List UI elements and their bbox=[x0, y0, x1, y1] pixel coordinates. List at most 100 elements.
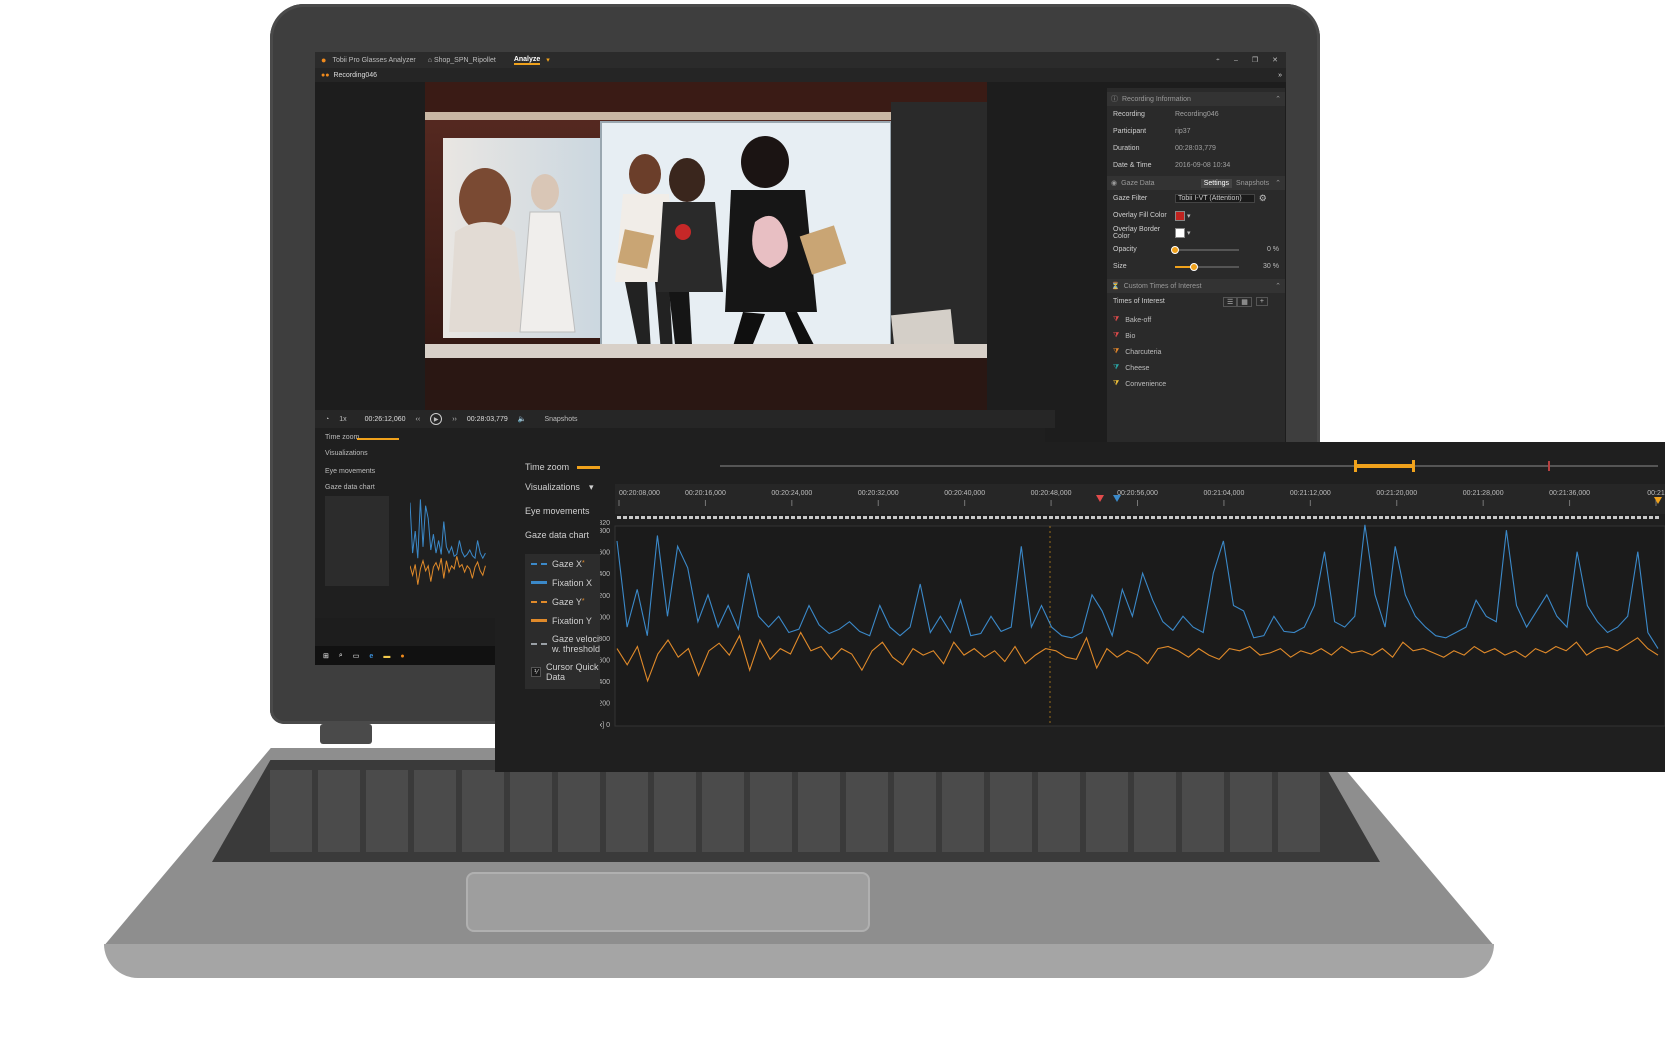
speed-icon[interactable]: ◔ bbox=[325, 416, 329, 423]
chevron-down-icon[interactable]: ▾ bbox=[1187, 212, 1191, 220]
eye-movement-segment bbox=[1547, 516, 1551, 519]
toi-item[interactable]: ⧩ Bio bbox=[1107, 328, 1285, 344]
list-view-icon[interactable]: ☰ bbox=[1223, 296, 1238, 307]
eye-movement-segment bbox=[1619, 516, 1623, 519]
play-button[interactable]: ▶ bbox=[430, 413, 443, 425]
gear-icon[interactable]: ⚙ bbox=[1259, 193, 1267, 204]
toi-item[interactable]: ⧩ Charcuteria bbox=[1107, 344, 1285, 360]
border-color-swatch[interactable] bbox=[1175, 227, 1185, 238]
opacity-row: Opacity 0 % bbox=[1107, 241, 1285, 258]
gaze-data-chart[interactable]: 00:20:08,000 00:20:16,000 00:20:24,000 00:2… bbox=[600, 442, 1665, 747]
chevron-down-icon[interactable]: ▾ bbox=[589, 482, 594, 493]
project-name[interactable]: Shop_SPN_Ripollet bbox=[434, 57, 496, 64]
eye-movement-segment bbox=[749, 516, 753, 519]
eye-movement-segment bbox=[677, 516, 681, 519]
legend-label: Fixation Y bbox=[552, 615, 592, 626]
eye-movement-segment bbox=[1121, 516, 1125, 519]
eye-movement-segment bbox=[1241, 516, 1245, 519]
eye-movement-segment bbox=[1373, 516, 1377, 519]
home-icon[interactable]: ⌂ bbox=[428, 57, 432, 64]
collapse-chevron-icon[interactable]: ⌃ bbox=[1275, 179, 1281, 187]
minimize-button[interactable]: – bbox=[1234, 57, 1238, 64]
eye-movement-segment bbox=[863, 516, 867, 519]
toi-item[interactable]: ⧩ Bake-off bbox=[1107, 312, 1285, 328]
recording-info-header[interactable]: ⓘ Recording Information ⌃ bbox=[1107, 92, 1285, 106]
windows-icon[interactable]: ⊞ bbox=[323, 652, 329, 660]
size-slider[interactable] bbox=[1175, 262, 1239, 271]
eye-movement-segment bbox=[1583, 516, 1587, 519]
eye-movement-segment bbox=[827, 516, 831, 519]
tobii-icon[interactable]: ● bbox=[400, 653, 404, 660]
step-back-icon[interactable]: ‹‹ bbox=[416, 416, 421, 423]
eye-movement-segment bbox=[755, 516, 759, 519]
eye-movement-segment bbox=[971, 516, 975, 519]
visualizations-label-small[interactable]: Visualizations bbox=[325, 450, 368, 457]
explorer-icon[interactable]: ▬ bbox=[383, 653, 390, 660]
tab-snapshots[interactable]: Snapshots bbox=[1236, 180, 1269, 187]
eye-movement-segment bbox=[1235, 516, 1239, 519]
recording-tab[interactable]: Recording046 bbox=[333, 72, 377, 79]
eye-movement-segment bbox=[1571, 516, 1575, 519]
collapse-chevron-icon[interactable]: ⌃ bbox=[1275, 95, 1281, 103]
legend-label: Gaze velocity w. threshold bbox=[552, 634, 607, 654]
eye-movement-segment bbox=[1565, 516, 1569, 519]
y-tick-label: 1000 bbox=[600, 614, 610, 621]
toi-item[interactable]: ⧩ Cheese bbox=[1107, 360, 1285, 376]
close-button[interactable]: ✕ bbox=[1272, 56, 1278, 64]
total-time: 00:28:03,779 bbox=[466, 415, 508, 423]
toi-header[interactable]: ⏳ Custom Times of Interest ⌃ bbox=[1107, 279, 1285, 293]
eye-movement-segment bbox=[671, 516, 675, 519]
gaze-data-header[interactable]: ◉ Gaze Data Settings Snapshots ⌃ bbox=[1107, 176, 1285, 190]
eye-movement-segment bbox=[1505, 516, 1509, 519]
tab-settings[interactable]: Settings bbox=[1200, 178, 1233, 188]
y-tick-label: 1400 bbox=[600, 571, 610, 578]
eye-movements-label: Eye movements bbox=[525, 506, 590, 516]
time-zoom-label-small: Time zoom bbox=[325, 434, 360, 441]
fill-color-swatch[interactable] bbox=[1175, 210, 1185, 221]
volume-icon[interactable]: 🔈 bbox=[518, 415, 527, 423]
eye-movement-segment bbox=[653, 516, 657, 519]
eye-movement-segment bbox=[1325, 516, 1329, 519]
video-frame[interactable] bbox=[425, 82, 987, 410]
opacity-slider[interactable] bbox=[1171, 245, 1239, 254]
chevron-down-icon[interactable]: ▾ bbox=[546, 56, 550, 64]
snapshots-button[interactable]: Snapshots bbox=[544, 416, 577, 423]
legend-label: Cursor Quick Data bbox=[545, 662, 599, 682]
zoom-window-right-handle[interactable] bbox=[1412, 460, 1415, 472]
eye-movement-segment bbox=[917, 516, 921, 519]
grid-view-icon[interactable]: ▦ bbox=[1237, 296, 1252, 307]
toi-item[interactable]: ⧩ Convenience bbox=[1107, 376, 1285, 392]
add-icon[interactable]: + bbox=[1255, 297, 1268, 306]
zoom-window-left-handle[interactable] bbox=[1354, 460, 1357, 472]
eye-movement-segment bbox=[1499, 516, 1503, 519]
eye-movement-segment bbox=[1061, 516, 1065, 519]
tobii-logo-icon: ● bbox=[321, 55, 327, 65]
eye-movement-segment bbox=[641, 516, 645, 519]
task-view-icon[interactable]: ▭ bbox=[353, 652, 360, 660]
eye-movement-segment bbox=[1133, 516, 1137, 519]
eye-movement-segment bbox=[1469, 516, 1473, 519]
legend-small bbox=[325, 496, 389, 586]
recording-info-list: Recording Recording046 Participant rip37 D… bbox=[1107, 106, 1285, 174]
search-icon[interactable]: ⌕ bbox=[339, 652, 343, 660]
tab-analyze[interactable]: Analyze bbox=[513, 56, 541, 65]
eye-movement-segment bbox=[731, 516, 735, 519]
eye-movement-segment bbox=[1007, 516, 1011, 519]
speed-select[interactable]: 1x bbox=[339, 416, 346, 423]
maximize-button[interactable]: ❐ bbox=[1252, 56, 1258, 64]
pin-icon[interactable]: ⍆ bbox=[1216, 56, 1220, 64]
eye-movement-segment bbox=[1601, 516, 1605, 519]
gaze-filter-select[interactable]: Tobii I-VT (Attention) bbox=[1175, 194, 1255, 203]
collapse-chevron-icon[interactable]: ⌃ bbox=[1275, 282, 1281, 290]
eye-movement-segment bbox=[1427, 516, 1431, 519]
eye-movement-segment bbox=[881, 516, 885, 519]
chevron-down-icon[interactable]: ▾ bbox=[1187, 229, 1191, 237]
size-slider-handle[interactable] bbox=[1190, 262, 1199, 271]
opacity-slider-handle[interactable] bbox=[1171, 245, 1179, 254]
step-forward-icon[interactable]: ›› bbox=[452, 416, 457, 423]
collapse-panel-icon[interactable]: » bbox=[1278, 72, 1282, 79]
visualizations-dropdown[interactable]: Visualizations bbox=[525, 482, 580, 492]
time-zoom-slider-small[interactable] bbox=[357, 438, 399, 440]
edge-icon[interactable]: e bbox=[369, 653, 373, 660]
eye-movement-segment bbox=[701, 516, 705, 519]
